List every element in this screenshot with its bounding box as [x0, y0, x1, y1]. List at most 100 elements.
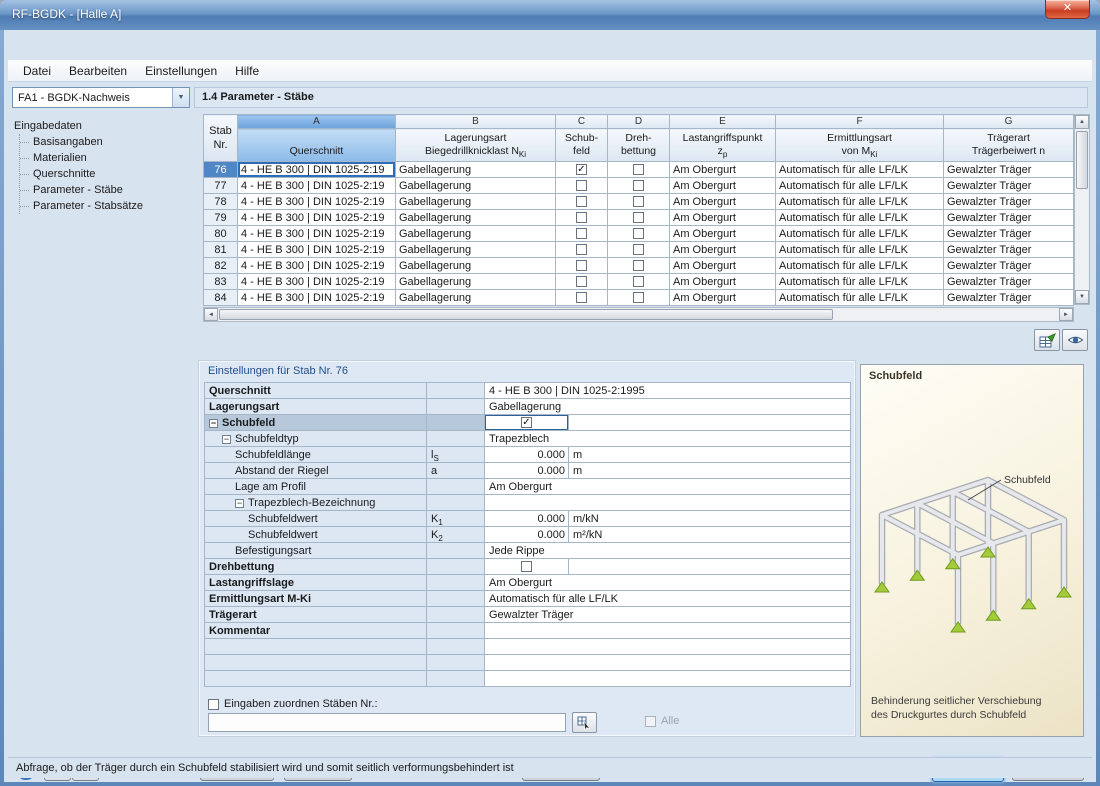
menu-bearbeiten[interactable]: Bearbeiten: [60, 61, 136, 81]
row-number[interactable]: 80: [204, 226, 238, 242]
row-number[interactable]: 77: [204, 178, 238, 194]
cell-traegerart[interactable]: Gewalzter Träger: [944, 226, 1074, 242]
setting-value[interactable]: Trapezblech: [485, 431, 851, 447]
cell-querschnitt[interactable]: 4 - HE B 300 | DIN 1025-2:19: [238, 242, 396, 258]
close-button[interactable]: ✕: [1045, 0, 1090, 19]
alle-checkbox[interactable]: [645, 716, 656, 727]
cell-ermittlungsart[interactable]: Automatisch für alle LF/LK: [776, 226, 944, 242]
horizontal-scroll-thumb[interactable]: [219, 309, 833, 320]
cell-querschnitt[interactable]: 4 - HE B 300 | DIN 1025-2:19: [238, 290, 396, 306]
cell-querschnitt[interactable]: 4 - HE B 300 | DIN 1025-2:19: [238, 162, 396, 178]
cell-ermittlungsart[interactable]: Automatisch für alle LF/LK: [776, 210, 944, 226]
cell-lagerungsart[interactable]: Gabellagerung: [396, 226, 556, 242]
cell-traegerart[interactable]: Gewalzter Träger: [944, 162, 1074, 178]
scroll-right-icon[interactable]: ►: [1059, 308, 1073, 321]
cell-schubfeld[interactable]: [556, 258, 608, 274]
column-letter-C[interactable]: C: [556, 115, 608, 129]
cell-lastangriffspunkt[interactable]: Am Obergurt: [670, 258, 776, 274]
drehbettung-checkbox[interactable]: [633, 292, 644, 303]
cell-lastangriffspunkt[interactable]: Am Obergurt: [670, 226, 776, 242]
cell-traegerart[interactable]: Gewalzter Träger: [944, 274, 1074, 290]
setting-value[interactable]: 0.000: [485, 511, 569, 527]
schubfeld-checkbox[interactable]: [576, 292, 587, 303]
row-number[interactable]: 76: [204, 162, 238, 178]
column-letter-A[interactable]: A: [238, 115, 396, 129]
cell-schubfeld[interactable]: [556, 210, 608, 226]
cell-ermittlungsart[interactable]: Automatisch für alle LF/LK: [776, 274, 944, 290]
cell-traegerart[interactable]: Gewalzter Träger: [944, 210, 1074, 226]
tree-item-parameter-staebe[interactable]: Parameter - Stäbe: [20, 182, 190, 198]
view-button[interactable]: [1062, 329, 1088, 351]
cell-querschnitt[interactable]: 4 - HE B 300 | DIN 1025-2:19: [238, 274, 396, 290]
title-bar[interactable]: RF-BGDK - [Halle A] ✕: [0, 0, 1100, 30]
schubfeld-checkbox[interactable]: [576, 180, 587, 191]
cell-lagerungsart[interactable]: Gabellagerung: [396, 194, 556, 210]
pick-members-button[interactable]: [572, 712, 597, 733]
cell-lagerungsart[interactable]: Gabellagerung: [396, 258, 556, 274]
column-letter-F[interactable]: F: [776, 115, 944, 129]
setting-value[interactable]: Gabellagerung: [485, 399, 851, 415]
column-letter-B[interactable]: B: [396, 115, 556, 129]
row-number[interactable]: 82: [204, 258, 238, 274]
setting-checkbox[interactable]: ✓: [521, 417, 532, 428]
cell-schubfeld[interactable]: [556, 178, 608, 194]
cell-lastangriffspunkt[interactable]: Am Obergurt: [670, 210, 776, 226]
setting-value[interactable]: 0.000: [485, 463, 569, 479]
cell-drehbettung[interactable]: [608, 290, 670, 306]
tree-item-materialien[interactable]: Materialien: [20, 150, 190, 166]
vertical-scrollbar[interactable]: ▲ ▼: [1074, 114, 1090, 305]
cell-querschnitt[interactable]: 4 - HE B 300 | DIN 1025-2:19: [238, 258, 396, 274]
tree-root-eingabedaten[interactable]: Eingabedaten: [12, 118, 190, 134]
cell-lagerungsart[interactable]: Gabellagerung: [396, 162, 556, 178]
setting-value[interactable]: [485, 559, 569, 575]
row-number[interactable]: 79: [204, 210, 238, 226]
setting-value[interactable]: Am Obergurt: [485, 575, 851, 591]
assign-members-checkbox[interactable]: [208, 699, 219, 710]
cell-querschnitt[interactable]: 4 - HE B 300 | DIN 1025-2:19: [238, 194, 396, 210]
cell-querschnitt[interactable]: 4 - HE B 300 | DIN 1025-2:19: [238, 226, 396, 242]
schubfeld-checkbox[interactable]: [576, 244, 587, 255]
cell-lastangriffspunkt[interactable]: Am Obergurt: [670, 290, 776, 306]
cell-traegerart[interactable]: Gewalzter Träger: [944, 178, 1074, 194]
horizontal-scrollbar[interactable]: ◄ ►: [203, 307, 1074, 322]
collapse-icon[interactable]: −: [222, 435, 231, 444]
cell-schubfeld[interactable]: [556, 290, 608, 306]
setting-value[interactable]: Gewalzter Träger: [485, 607, 851, 623]
column-letter-G[interactable]: G: [944, 115, 1074, 129]
tree-item-querschnitte[interactable]: Querschnitte: [20, 166, 190, 182]
tree-item-basisangaben[interactable]: Basisangaben: [20, 134, 190, 150]
cell-drehbettung[interactable]: [608, 194, 670, 210]
cell-drehbettung[interactable]: [608, 258, 670, 274]
cell-lastangriffspunkt[interactable]: Am Obergurt: [670, 162, 776, 178]
cell-traegerart[interactable]: Gewalzter Träger: [944, 258, 1074, 274]
cell-schubfeld[interactable]: [556, 242, 608, 258]
assign-members-input[interactable]: [208, 713, 566, 732]
cell-ermittlungsart[interactable]: Automatisch für alle LF/LK: [776, 242, 944, 258]
cell-drehbettung[interactable]: [608, 178, 670, 194]
cell-ermittlungsart[interactable]: Automatisch für alle LF/LK: [776, 194, 944, 210]
cell-traegerart[interactable]: Gewalzter Träger: [944, 242, 1074, 258]
cell-drehbettung[interactable]: [608, 162, 670, 178]
setting-value[interactable]: 0.000: [485, 447, 569, 463]
vertical-scroll-thumb[interactable]: [1076, 131, 1088, 189]
cell-ermittlungsart[interactable]: Automatisch für alle LF/LK: [776, 290, 944, 306]
schubfeld-checkbox[interactable]: [576, 196, 587, 207]
schubfeld-checkbox[interactable]: [576, 260, 587, 271]
setting-value[interactable]: Jede Rippe: [485, 543, 851, 559]
cell-schubfeld[interactable]: [556, 194, 608, 210]
cell-ermittlungsart[interactable]: Automatisch für alle LF/LK: [776, 178, 944, 194]
scroll-up-icon[interactable]: ▲: [1075, 115, 1089, 129]
cell-querschnitt[interactable]: 4 - HE B 300 | DIN 1025-2:19: [238, 178, 396, 194]
setting-checkbox[interactable]: [521, 561, 532, 572]
cell-lastangriffspunkt[interactable]: Am Obergurt: [670, 194, 776, 210]
row-number[interactable]: 84: [204, 290, 238, 306]
setting-value[interactable]: 4 - HE B 300 | DIN 1025-2:1995: [485, 383, 851, 399]
schubfeld-checkbox[interactable]: [576, 276, 587, 287]
schubfeld-checkbox[interactable]: [576, 228, 587, 239]
cell-ermittlungsart[interactable]: Automatisch für alle LF/LK: [776, 258, 944, 274]
cell-schubfeld[interactable]: ✓: [556, 162, 608, 178]
drehbettung-checkbox[interactable]: [633, 164, 644, 175]
drehbettung-checkbox[interactable]: [633, 212, 644, 223]
cell-drehbettung[interactable]: [608, 242, 670, 258]
cell-lastangriffspunkt[interactable]: Am Obergurt: [670, 242, 776, 258]
